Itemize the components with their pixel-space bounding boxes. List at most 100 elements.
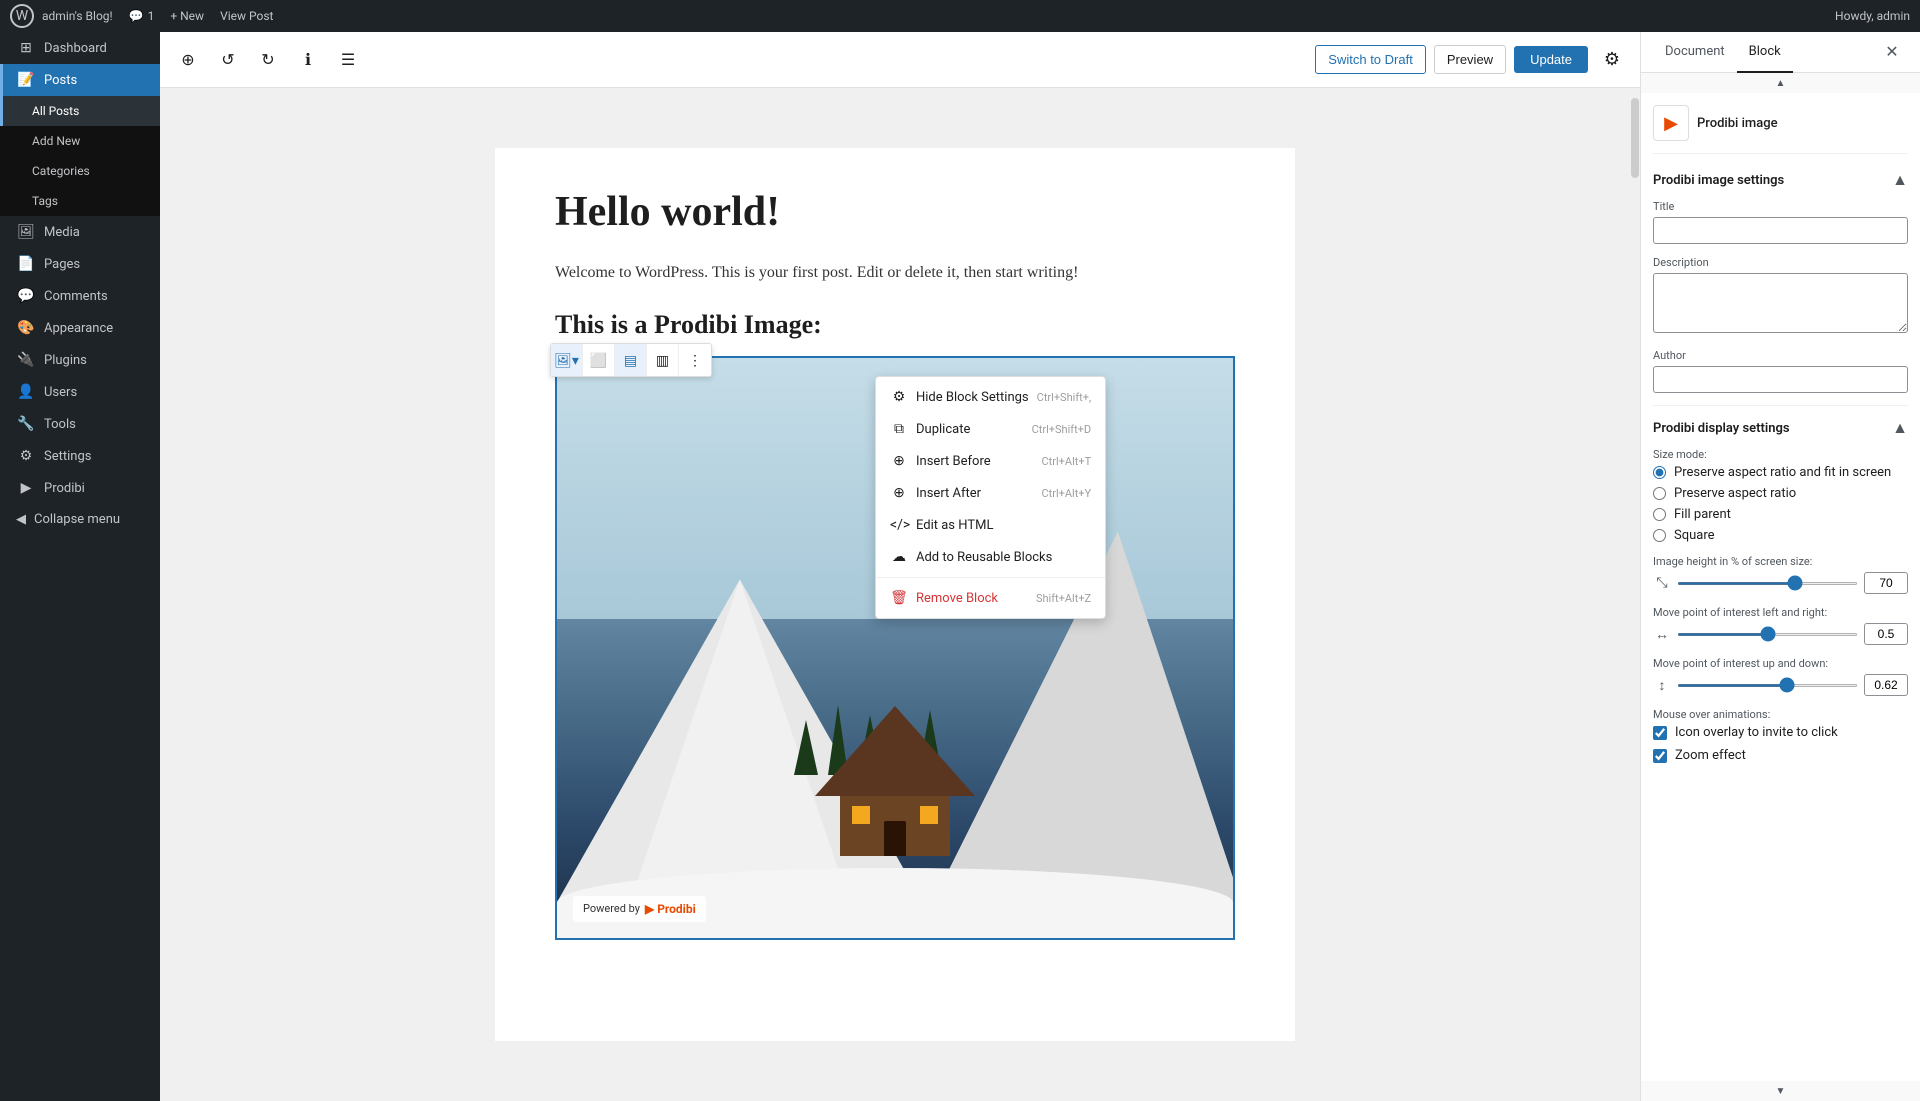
align-center-button[interactable]: ▤ [615,344,647,376]
sidebar-submenu-tags[interactable]: Tags [0,186,160,216]
display-settings-toggle[interactable]: ▲ [1892,418,1908,438]
title-input[interactable] [1653,217,1908,244]
preview-button[interactable]: Preview [1434,45,1506,74]
left-right-value-input[interactable] [1864,623,1908,645]
update-button[interactable]: Update [1514,46,1588,73]
menu-item-remove-block[interactable]: 🗑 Remove Block Shift+Alt+Z [876,582,1105,614]
zoom-effect-checkbox[interactable] [1653,749,1667,763]
wp-logo[interactable]: W [10,4,34,28]
settings-gear-button[interactable]: ⚙ [1596,44,1628,76]
sidebar-item-media[interactable]: 🖼 Media [0,216,160,248]
undo-button[interactable]: ↺ [212,44,244,76]
left-right-slider[interactable] [1677,633,1858,636]
image-settings-toggle[interactable]: ▲ [1892,170,1908,190]
collapse-menu-button[interactable]: ◀ Collapse menu [0,504,160,535]
sidebar-item-plugins[interactable]: 🔌 Plugins [0,344,160,376]
tab-document[interactable]: Document [1653,32,1737,73]
new-post-link[interactable]: + New [170,9,204,23]
panel-scroll-down-button[interactable]: ▼ [1641,1081,1920,1101]
toolbar-right: Switch to Draft Preview Update ⚙ [1315,44,1628,76]
up-down-field: Move point of interest up and down: ↕ [1653,657,1908,696]
sidebar-item-users[interactable]: 👤 Users [0,376,160,408]
sidebar-submenu-categories[interactable]: Categories [0,156,160,186]
radio-preserve-fit[interactable]: Preserve aspect ratio and fit in screen [1653,465,1908,480]
size-mode-radio-group: Preserve aspect ratio and fit in screen … [1653,465,1908,543]
scrollbar-thumb[interactable] [1631,98,1639,178]
sidebar-item-appearance[interactable]: 🎨 Appearance [0,312,160,344]
mouse-over-label: Mouse over animations: [1653,708,1908,721]
title-field: Title [1653,200,1908,244]
sidebar-item-dashboard[interactable]: ⊞ Dashboard [0,32,160,64]
insert-before-label: Insert Before [916,454,991,469]
author-input[interactable] [1653,366,1908,393]
block-more-options-button[interactable]: ⋮ [679,344,711,376]
radio-square[interactable]: Square [1653,528,1908,543]
vertical-scrollbar[interactable] [1630,88,1640,1101]
menu-item-edit-as-html[interactable]: </> Edit as HTML [876,509,1105,541]
posts-icon: 📝 [16,72,36,88]
remove-block-shortcut: Shift+Alt+Z [1036,592,1091,605]
description-input[interactable] [1653,273,1908,333]
display-settings-title: Prodibi display settings ▲ [1653,418,1908,438]
radio-fill-parent-label: Fill parent [1674,507,1731,522]
panel-scroll-up-button[interactable]: ▲ [1641,73,1920,93]
radio-preserve-ratio-input[interactable] [1653,487,1666,500]
comments-icon: 💬 [16,288,36,304]
comments-link[interactable]: 💬 1 [129,9,155,23]
duplicate-icon: ⧉ [890,421,908,437]
switch-to-draft-button[interactable]: Switch to Draft [1315,45,1426,74]
up-down-slider[interactable] [1677,684,1858,687]
radio-preserve-ratio[interactable]: Preserve aspect ratio [1653,486,1908,501]
admin-bar: W admin's Blog! 💬 1 + New View Post Howd… [0,0,1920,32]
tags-label: Tags [32,194,58,208]
left-right-slider-row: ↔ [1653,623,1908,645]
redo-button[interactable]: ↻ [252,44,284,76]
list-view-button[interactable]: ☰ [332,44,364,76]
left-right-icon: ↔ [1653,626,1671,643]
sidebar-label-plugins: Plugins [44,353,87,368]
users-icon: 👤 [16,384,36,400]
sidebar-item-tools[interactable]: 🔧 Tools [0,408,160,440]
checkbox-zoom-effect[interactable]: Zoom effect [1653,748,1908,763]
info-button[interactable]: ℹ [292,44,324,76]
menu-item-duplicate[interactable]: ⧉ Duplicate Ctrl+Shift+D [876,413,1105,445]
tab-block[interactable]: Block [1737,32,1793,73]
sidebar-item-posts[interactable]: 📝 Posts [0,64,160,96]
checkbox-icon-overlay[interactable]: Icon overlay to invite to click [1653,725,1908,740]
up-down-value-input[interactable] [1864,674,1908,696]
sidebar-submenu-all-posts[interactable]: All Posts [0,96,160,126]
view-post-link[interactable]: View Post [220,9,273,23]
sidebar-item-settings[interactable]: ⚙ Settings [0,440,160,472]
post-title[interactable]: Hello world! [555,188,1235,236]
icon-overlay-checkbox[interactable] [1653,726,1667,740]
radio-fill-parent-input[interactable] [1653,508,1666,521]
insert-after-shortcut: Ctrl+Alt+Y [1041,487,1091,500]
panel-close-button[interactable]: ✕ [1876,36,1908,68]
menu-item-insert-after[interactable]: ⊕ Insert After Ctrl+Alt+Y [876,477,1105,509]
block-heading[interactable]: This is a Prodibi Image: [555,310,1235,340]
menu-item-hide-block-settings[interactable]: ⚙ Hide Block Settings Ctrl+Shift+, [876,381,1105,413]
site-name[interactable]: admin's Blog! [42,9,113,23]
add-reusable-label: Add to Reusable Blocks [916,550,1052,565]
editor-content: Hello world! Welcome to WordPress. This … [160,88,1630,1101]
sidebar-item-prodibi[interactable]: ▶ Prodibi [0,472,160,504]
height-value-input[interactable] [1864,572,1908,594]
block-type-button[interactable]: 🖼▾ [551,344,583,376]
height-field: Image height in % of screen size: ⤡ [1653,555,1908,594]
tools-icon: 🔧 [16,416,36,432]
sidebar-label-users: Users [44,385,77,400]
radio-square-input[interactable] [1653,529,1666,542]
add-block-button[interactable]: ⊕ [172,44,204,76]
radio-preserve-fit-input[interactable] [1653,466,1666,479]
align-none-button[interactable]: ⬜ [583,344,615,376]
height-slider[interactable] [1677,582,1858,585]
main-layout: ⊞ Dashboard 📝 Posts All Posts Add New Ca… [0,32,1920,1101]
align-wide-button[interactable]: ▥ [647,344,679,376]
menu-item-add-reusable[interactable]: ☁ Add to Reusable Blocks [876,541,1105,573]
sidebar-submenu-add-new[interactable]: Add New [0,126,160,156]
sidebar-item-pages[interactable]: 📄 Pages [0,248,160,280]
menu-item-insert-before[interactable]: ⊕ Insert Before Ctrl+Alt+T [876,445,1105,477]
radio-fill-parent[interactable]: Fill parent [1653,507,1908,522]
post-body-text[interactable]: Welcome to WordPress. This is your first… [555,260,1235,286]
sidebar-item-comments[interactable]: 💬 Comments [0,280,160,312]
